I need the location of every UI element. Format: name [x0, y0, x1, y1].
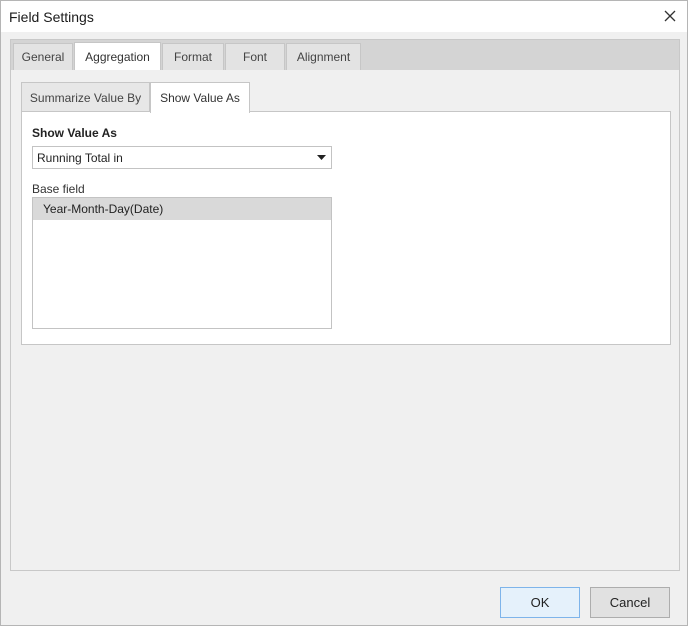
tab-font[interactable]: Font — [225, 43, 285, 70]
aggregation-tab-content: Summarize Value By Show Value As Show Va… — [11, 70, 679, 570]
show-value-as-panel: Show Value As Running Total in Base fiel… — [21, 111, 671, 345]
show-value-as-dropdown[interactable]: Running Total in — [32, 146, 332, 169]
tab-format[interactable]: Format — [162, 43, 224, 70]
dialog-title: Field Settings — [9, 9, 94, 25]
tab-general[interactable]: General — [13, 43, 73, 70]
tab-aggregation[interactable]: Aggregation — [74, 42, 161, 71]
close-icon — [664, 10, 676, 22]
tab-show-value-as[interactable]: Show Value As — [150, 82, 250, 113]
dropdown-arrow-button[interactable] — [311, 147, 331, 168]
base-field-label: Base field — [32, 182, 85, 196]
base-field-list[interactable]: Year-Month-Day(Date) — [32, 197, 332, 329]
tab-summarize-value-by[interactable]: Summarize Value By — [21, 82, 150, 112]
list-item[interactable]: Year-Month-Day(Date) — [33, 198, 331, 220]
dropdown-selected-value: Running Total in — [37, 151, 123, 165]
show-value-as-label: Show Value As — [32, 126, 117, 140]
tab-alignment[interactable]: Alignment — [286, 43, 361, 70]
caret-down-icon — [316, 155, 326, 160]
settings-panel: General Aggregation Format Font Alignmen… — [10, 39, 680, 571]
title-bar: Field Settings — [1, 1, 687, 32]
ok-button[interactable]: OK — [500, 587, 580, 618]
close-button[interactable] — [659, 5, 681, 27]
field-settings-dialog: Field Settings General Aggregation Forma… — [0, 0, 688, 626]
outer-tab-strip: General Aggregation Format Font Alignmen… — [11, 40, 679, 71]
cancel-button[interactable]: Cancel — [590, 587, 670, 618]
